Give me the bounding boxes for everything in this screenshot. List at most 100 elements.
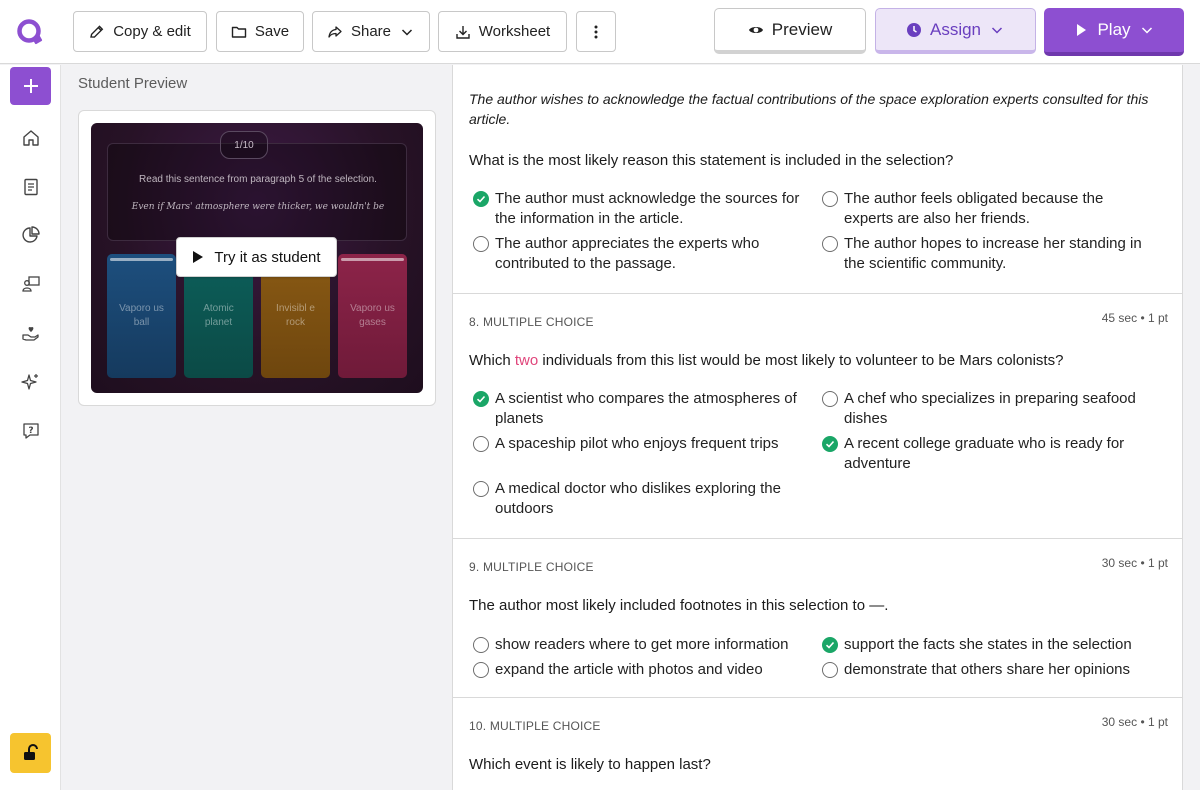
game-question-line2: Even if Mars' atmosphere were thicker, w… [131,202,385,212]
copy-edit-button[interactable]: Copy & edit [73,11,207,52]
sidebar-item-accommodations[interactable] [19,321,43,345]
folder-icon [231,26,247,38]
assign-label: Assign [929,19,982,39]
correct-check-icon [473,391,489,407]
answer-text: A chef who specializes in preparing seaf… [844,390,1136,427]
sidebar-item-home[interactable] [19,126,43,150]
ai-sparkle-icon [21,374,38,390]
correct-check-icon [822,436,838,452]
sidebar-item-library[interactable] [19,175,43,199]
accommodations-icon [22,327,39,341]
answer-option: The author feels obligated because the e… [822,189,1152,229]
play-button[interactable]: Play [1044,8,1184,56]
clock-icon [906,22,921,37]
answer-option: demonstrate that others share her opinio… [822,660,1152,680]
answer-text: show readers where to get more informati… [495,636,789,653]
chevron-down-icon [401,28,413,36]
radio-empty-icon [822,191,838,207]
answer-option: A medical doctor who dislikes exploring … [473,479,803,519]
question-text: Which two individuals from this list wou… [469,352,1064,369]
help-icon: ? [23,423,39,439]
preview-button[interactable]: Preview [714,8,866,54]
radio-empty-icon [473,236,489,252]
answer-option: The author must acknowledge the sources … [473,189,803,229]
sidebar-item-reports[interactable] [19,223,43,247]
question-card-9[interactable]: 9. MULTIPLE CHOICE 30 sec • 1 pt The aut… [453,539,1182,698]
eye-icon [748,26,763,33]
home-icon [23,130,39,146]
answer-text: A spaceship pilot who enjoys frequent tr… [495,435,779,452]
radio-empty-icon [822,662,838,678]
question-type-label: 10. MULTIPLE CHOICE [469,719,601,733]
question-card-7[interactable]: The author wishes to acknowledge the fac… [453,65,1182,294]
answer-option: The author hopes to increase her standin… [822,234,1152,274]
sidebar-item-ai-tools[interactable] [19,370,43,394]
question-text: What is the most likely reason this stat… [469,152,954,169]
more-options-button[interactable] [576,11,616,52]
answer-text: The author hopes to increase her standin… [844,235,1142,272]
unlock-button[interactable] [10,733,51,773]
save-label: Save [254,23,290,40]
answer-option: A recent college graduate who is ready f… [822,434,1152,474]
radio-empty-icon [473,662,489,678]
top-toolbar: Copy & edit Save Share Worksheet Preview… [0,0,1200,64]
question-type-label: 9. MULTIPLE CHOICE [469,560,594,574]
edit-icon [90,24,104,38]
chevron-down-icon [991,26,1003,34]
question-meta: 30 sec • 1 pt [1101,715,1168,729]
lock-icon [23,744,38,760]
answer-text: The author feels obligated because the e… [844,190,1104,227]
question-text: Which event is likely to happen last? [469,756,711,773]
preview-title: Student Preview [78,75,188,92]
play-icon [1077,24,1087,36]
svg-text:?: ? [28,426,33,436]
answer-option: support the facts she states in the sele… [822,635,1152,655]
preview-label: Preview [771,19,833,39]
game-option-label: Invisibl e rock [276,303,315,328]
answer-text: A recent college graduate who is ready f… [844,435,1125,472]
try-as-student-label: Try it as student [214,248,321,266]
answer-text: demonstrate that others share her opinio… [844,661,1131,678]
scrollbar[interactable] [1183,65,1200,790]
download-icon [456,25,470,39]
question-passage: The author wishes to acknowledge the fac… [469,91,1149,127]
question-card-10[interactable]: 10. MULTIPLE CHOICE 30 sec • 1 pt Which … [453,698,1182,790]
quizizz-logo[interactable] [16,18,44,46]
answer-option: A spaceship pilot who enjoys frequent tr… [473,434,803,454]
answer-text: A scientist who compares the atmospheres… [495,390,797,427]
classes-icon [22,276,40,292]
radio-empty-icon [473,637,489,653]
question-card-8[interactable]: 8. MULTIPLE CHOICE 45 sec • 1 pt Which t… [453,294,1182,539]
try-as-student-button[interactable]: Try it as student [176,237,337,277]
play-label: Play [1097,20,1131,39]
save-button[interactable]: Save [216,11,304,52]
add-icon [23,79,38,93]
play-icon [193,251,204,263]
game-question-line1: Read this sentence from paragraph 5 of t… [139,174,377,185]
worksheet-button[interactable]: Worksheet [438,11,567,52]
reports-icon [22,226,40,243]
assign-button[interactable]: Assign [875,8,1036,54]
chevron-down-icon [1141,27,1152,34]
answer-option: The author appreciates the experts who c… [473,234,803,274]
share-button[interactable]: Share [312,11,430,52]
answer-option: A chef who specializes in preparing seaf… [822,389,1152,429]
radio-empty-icon [822,391,838,407]
question-list: The author wishes to acknowledge the fac… [452,65,1183,790]
radio-empty-icon [473,436,489,452]
copy-edit-label: Copy & edit [113,23,191,40]
question-text: The author most likely included footnote… [469,597,889,614]
game-option-label: Atomic planet [203,303,234,328]
create-button[interactable] [10,67,51,105]
correct-check-icon [473,191,489,207]
answer-text: The author must acknowledge the sources … [495,190,800,227]
answer-text: expand the article with photos and video [495,661,763,678]
answer-option: show readers where to get more informati… [473,635,803,655]
left-sidebar: ? [0,65,61,790]
answer-text: support the facts she states in the sele… [844,636,1132,653]
sidebar-item-classes[interactable] [19,272,43,296]
question-meta: 30 sec • 1 pt [1101,556,1168,570]
answer-option: A scientist who compares the atmospheres… [473,389,803,429]
answer-option: expand the article with photos and video [473,660,803,680]
sidebar-item-help[interactable]: ? [19,419,43,443]
